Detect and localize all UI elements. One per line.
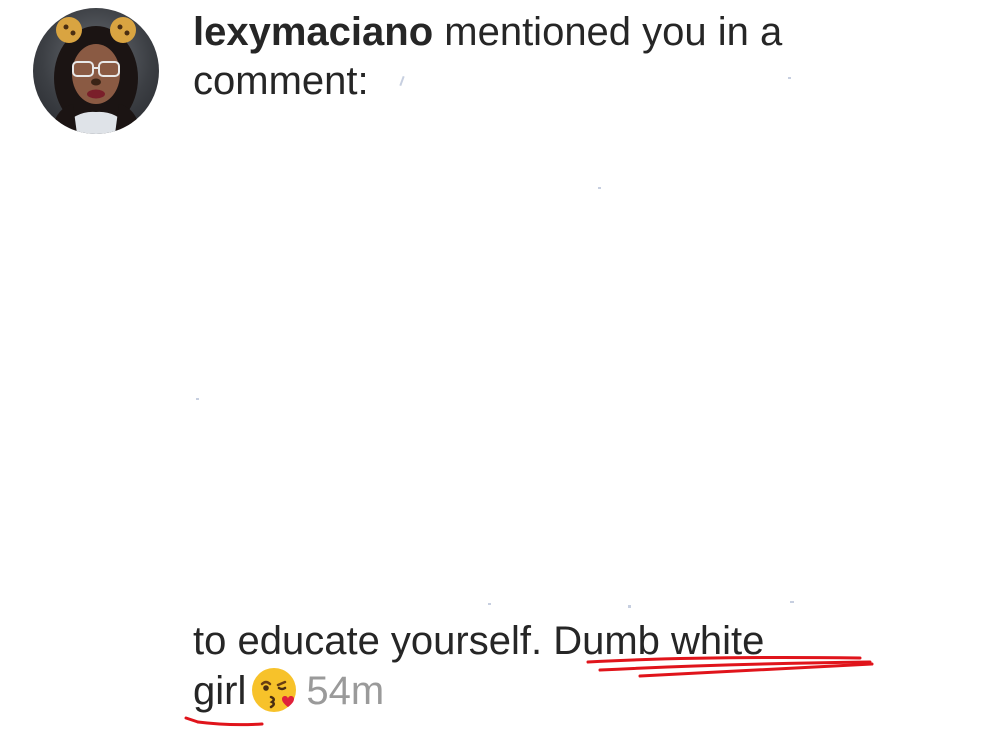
avatar[interactable] [33,8,159,134]
redaction-mark [196,398,199,400]
comment-highlight-word: girl [193,669,247,713]
redaction-mark [788,77,791,79]
comment-highlight-phrase: Dumb white [553,619,765,663]
redaction-mark [790,601,794,603]
timestamp: 54m [306,669,385,713]
notification-text: lexymaciano mentioned you in a comment: [193,8,893,106]
redaction-mark [598,187,601,189]
comment-body: to educate yourself. [193,619,554,663]
comment-text: to educate yourself. Dumb white girl 54m [193,616,913,716]
profile-photo [51,17,141,134]
username-link[interactable]: lexymaciano [193,10,433,54]
redaction-mark [488,603,491,605]
kissing-face-with-heart-icon [252,668,297,712]
redaction-mark [628,605,631,608]
